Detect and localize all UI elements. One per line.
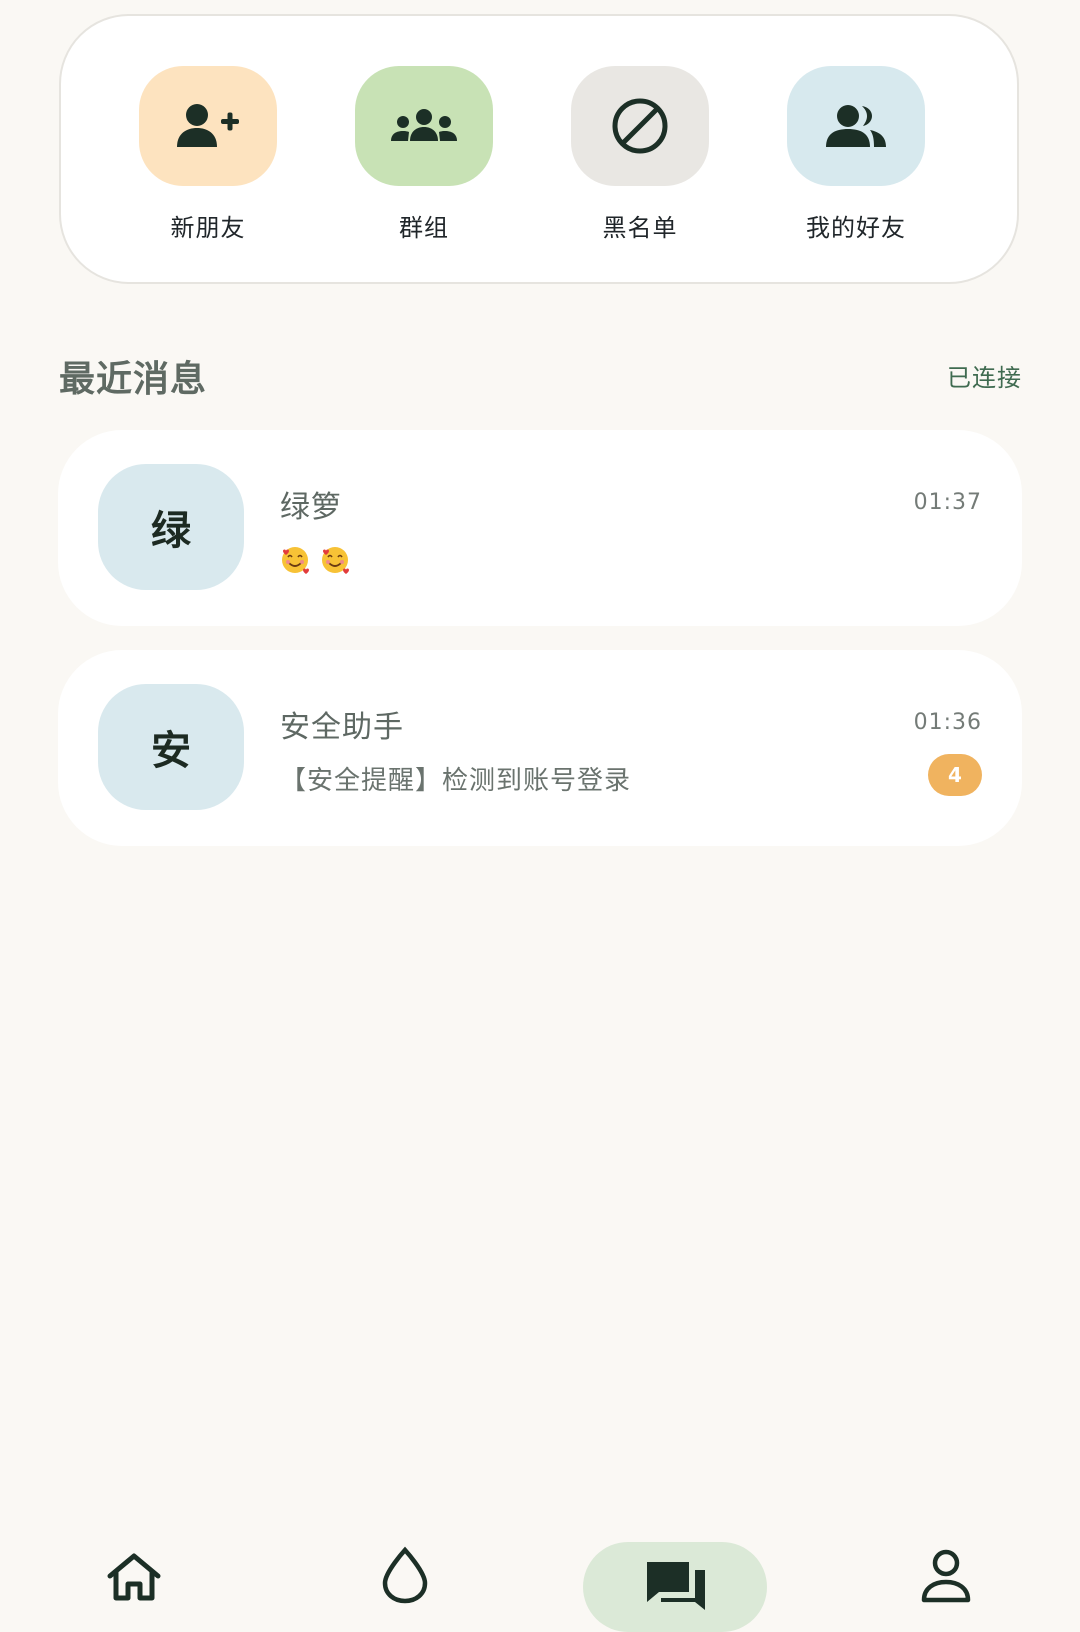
add-user-icon [177, 104, 239, 147]
smiling-face-with-hearts-icon [282, 546, 309, 574]
home-icon [107, 1553, 161, 1601]
avatar: 绿 [98, 464, 244, 590]
block-icon [612, 98, 668, 154]
conversation-item[interactable]: 安 安全助手 【安全提醒】检测到账号登录 01:36 4 [58, 650, 1022, 846]
smiling-face-with-hearts-icon [322, 546, 349, 574]
profile-icon [921, 1549, 971, 1603]
nav-drop[interactable] [380, 1546, 430, 1608]
connection-status: 已连接 [947, 364, 1022, 392]
nav-profile[interactable] [920, 1548, 972, 1608]
quick-action-label: 新朋友 [170, 214, 246, 242]
nav-chat[interactable] [645, 1560, 707, 1616]
blacklist-icon-tile [571, 66, 709, 186]
quick-action-groups[interactable]: 群组 [324, 66, 524, 243]
conversation-name: 绿箩 [280, 490, 342, 525]
avatar: 安 [98, 684, 244, 810]
groups-icon-tile [355, 66, 493, 186]
conversation-preview: 【安全提醒】检测到账号登录 [280, 766, 632, 796]
bottom-nav [0, 1530, 1080, 1632]
conversation-name: 安全助手 [280, 710, 404, 745]
quick-action-my-friends[interactable]: 我的好友 [756, 66, 956, 243]
conversation-preview [280, 544, 360, 575]
chat-icon [647, 1562, 705, 1610]
quick-actions-card: 新朋友 群组 黑名单 我的好友 [59, 14, 1019, 284]
quick-action-label: 黑名单 [602, 214, 678, 242]
section-title: 最近消息 [59, 359, 208, 400]
my-friends-icon-tile [787, 66, 925, 186]
quick-action-blacklist[interactable]: 黑名单 [540, 66, 740, 243]
quick-action-new-friends[interactable]: 新朋友 [108, 66, 308, 243]
group-icon [391, 109, 457, 141]
quick-action-label: 群组 [399, 214, 449, 242]
quick-action-label: 我的好友 [806, 214, 906, 242]
new-friends-icon-tile [139, 66, 277, 186]
friends-icon [826, 105, 886, 147]
nav-home[interactable] [106, 1552, 162, 1606]
conversation-time: 01:37 [913, 490, 982, 515]
drop-icon [382, 1546, 428, 1604]
conversation-time: 01:36 [913, 710, 982, 735]
unread-badge: 4 [928, 754, 982, 796]
conversation-item[interactable]: 绿 绿箩 01:37 [58, 430, 1022, 626]
